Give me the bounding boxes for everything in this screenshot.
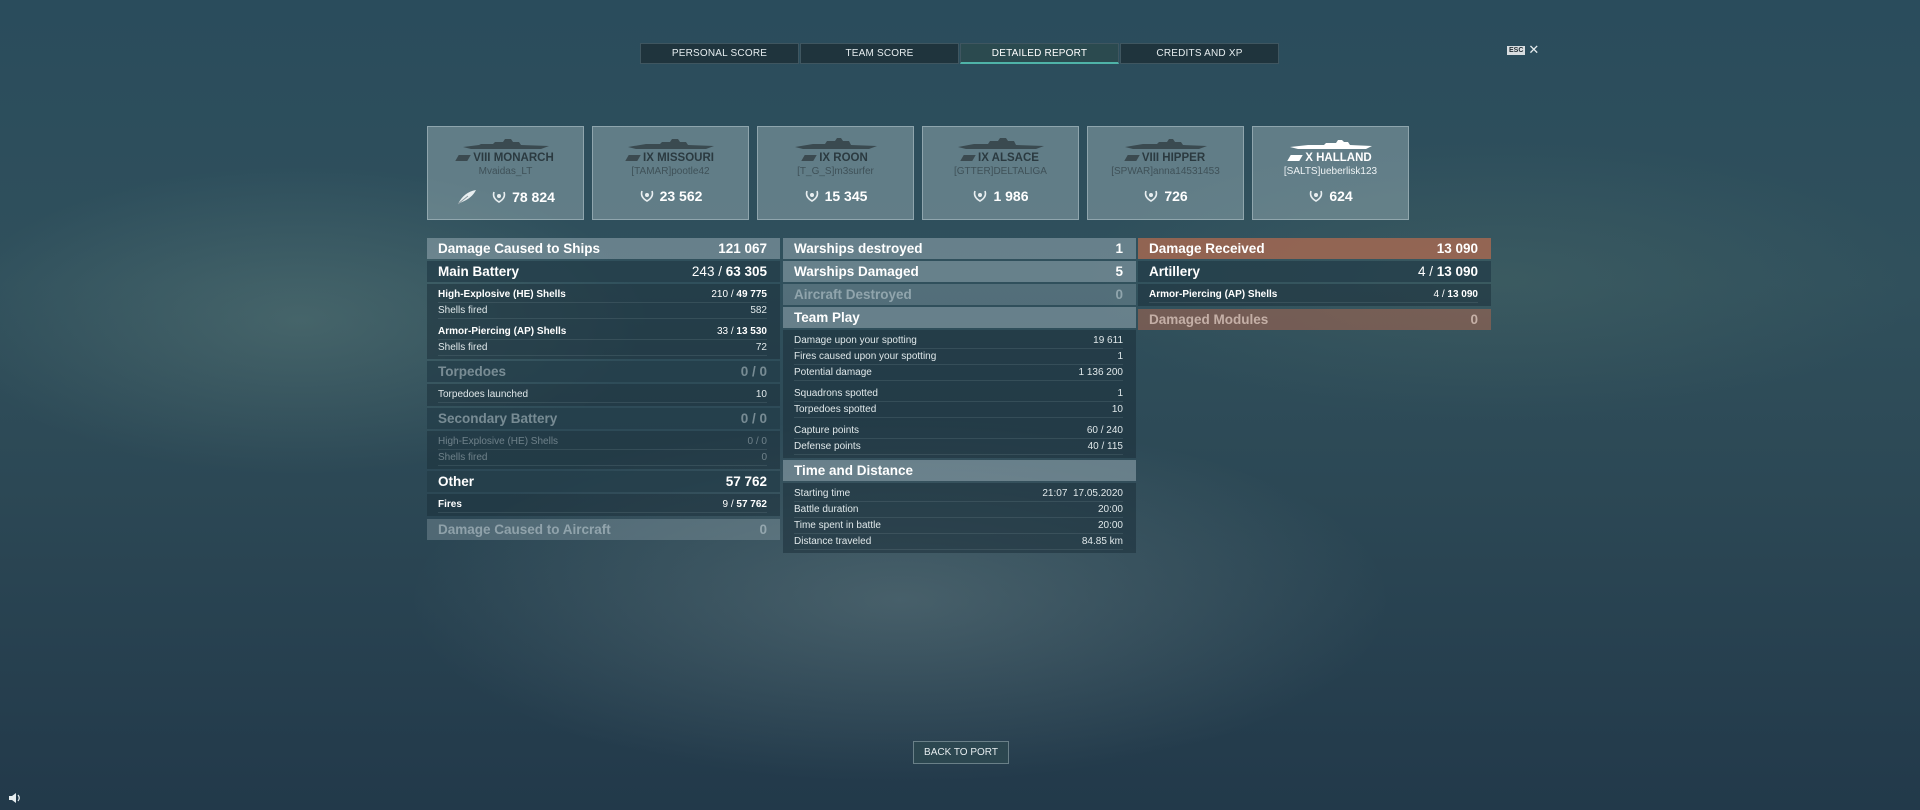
other-details: Fires 9 / 57 762: [427, 494, 780, 516]
stat-row: Torpedoes spotted 10: [794, 402, 1123, 418]
team-play-header: Team Play: [783, 307, 1136, 328]
base-xp-score: 726: [1164, 188, 1188, 204]
warships-damaged-header: Warships Damaged 5: [783, 261, 1136, 282]
battleship-silhouette-icon: [957, 138, 1044, 149]
cruiser-silhouette-icon: [794, 138, 877, 149]
tab-credits-and-xp[interactable]: CREDITS AND XP: [1120, 43, 1279, 64]
laurel-wreath-icon: [805, 190, 818, 202]
artillery-header: Artillery 4 / 13 090: [1138, 261, 1491, 282]
tab-personal-score[interactable]: PERSONAL SCORE: [640, 43, 799, 64]
torpedoes-details: Torpedoes launched 10: [427, 384, 780, 406]
stat-row: Damage upon your spotting 19 611: [794, 333, 1123, 349]
laurel-wreath-icon: [492, 191, 506, 203]
team-play-details: Damage upon your spotting 19 611 Fires ca…: [783, 330, 1136, 458]
base-xp-score: 624: [1329, 188, 1353, 204]
he-shells-row: High-Explosive (HE) Shells 210 / 49 775: [438, 287, 767, 303]
flag-icon: [1124, 155, 1140, 161]
tab-detailed-report[interactable]: DETAILED REPORT: [960, 43, 1119, 64]
damage-to-aircraft-header: Damage Caused to Aircraft 0: [427, 519, 780, 540]
he-shells-fired-row: Shells fired 582: [438, 303, 767, 319]
speaker-icon[interactable]: [8, 792, 22, 804]
flag-icon: [960, 155, 976, 161]
flag-icon: [625, 155, 641, 161]
base-xp-score: 15 345: [824, 188, 868, 204]
ship-cards: VIII MONARCH Mvaidas_LT 78 824 IX MISSOU…: [427, 126, 1409, 220]
close-icon: ✕: [1528, 42, 1540, 57]
laurel-wreath-icon: [974, 190, 987, 202]
torpedoes-header: Torpedoes 0 / 0: [427, 361, 780, 382]
esc-key-icon: ESC: [1507, 45, 1526, 55]
ship-card[interactable]: VIII HIPPER [SPWAR]anna14531453 726: [1087, 126, 1244, 220]
ap-shells-fired-row: Shells fired 72: [438, 340, 767, 356]
secondary-fired-row: Shells fired 0: [438, 450, 767, 466]
flag-icon: [801, 155, 817, 161]
ship-name: X HALLAND: [1305, 152, 1372, 164]
base-xp-score: 23 562: [659, 188, 703, 204]
flag-icon: [1287, 155, 1303, 161]
aircraft-destroyed-header: Aircraft Destroyed 0: [783, 284, 1136, 305]
ship-name: IX MISSOURI: [643, 152, 714, 164]
main-battery-details: High-Explosive (HE) Shells 210 / 49 775 S…: [427, 284, 780, 359]
torpedoes-launched-row: Torpedoes launched 10: [438, 387, 767, 403]
ap-received-row: Armor-Piercing (AP) Shells 4 / 13 090: [1149, 287, 1478, 303]
stat-row: Potential damage 1 136 200: [794, 365, 1123, 381]
destroyer-silhouette-icon: [1289, 140, 1372, 149]
laurel-wreath-icon: [640, 190, 653, 202]
stat-row: Capture points 60 / 240: [794, 423, 1123, 439]
ship-name: IX ALSACE: [978, 152, 1039, 164]
ship-card[interactable]: IX ROON [T_G_S]m3surfer 15 345: [757, 126, 914, 220]
ship-name: VIII HIPPER: [1141, 152, 1206, 164]
player-name: [SALTS]ueberlisk123: [1283, 166, 1378, 177]
ship-card[interactable]: VIII MONARCH Mvaidas_LT 78 824: [427, 126, 584, 220]
back-to-port-button[interactable]: BACK TO PORT: [913, 741, 1009, 764]
damage-received-header: Damage Received 13 090: [1138, 238, 1491, 259]
damage-caused-header: Damage Caused to Ships 121 067: [427, 238, 780, 259]
ship-name: IX ROON: [819, 152, 868, 164]
damaged-modules-header: Damaged Modules 0: [1138, 309, 1491, 330]
main-battery-header: Main Battery 243 / 63 305: [427, 261, 780, 282]
ship-card[interactable]: IX ALSACE [GTTER]DELTALIGA 1 986: [922, 126, 1079, 220]
secondary-battery-header: Secondary Battery 0 / 0: [427, 408, 780, 429]
cruiser-silhouette-icon: [1124, 139, 1207, 149]
secondary-he-row: High-Explosive (HE) Shells 0 / 0: [438, 434, 767, 450]
secondary-battery-details: High-Explosive (HE) Shells 0 / 0 Shells f…: [427, 431, 780, 469]
battleship-silhouette-icon: [462, 139, 549, 149]
team-contribution-column: Warships destroyed 1 Warships Damaged 5 Ai…: [783, 238, 1136, 555]
player-name: [GTTER]DELTALIGA: [954, 166, 1047, 177]
report-tabs: PERSONAL SCORE TEAM SCORE DETAILED REPOR…: [640, 43, 1280, 64]
stat-row: Time spent in battle 20:00: [794, 518, 1123, 534]
damage-received-column: Damage Received 13 090 Artillery 4 / 13 09…: [1138, 238, 1491, 332]
ship-card[interactable]: IX MISSOURI [TAMAR]pootle42 23 562: [592, 126, 749, 220]
close-button[interactable]: ESC ✕: [1507, 42, 1540, 57]
artillery-details: Armor-Piercing (AP) Shells 4 / 13 090: [1138, 284, 1491, 306]
damage-caused-column: Damage Caused to Ships 121 067 Main Batte…: [427, 238, 780, 542]
fires-row: Fires 9 / 57 762: [438, 497, 767, 513]
player-name: Mvaidas_LT: [478, 166, 533, 177]
ap-shells-row: Armor-Piercing (AP) Shells 33 / 13 530: [438, 324, 767, 340]
stat-row: Starting time 21:07 17.05.2020: [794, 486, 1123, 502]
laurel-wreath-icon: [1310, 190, 1323, 202]
other-header: Other 57 762: [427, 471, 780, 492]
feather-icon: [457, 190, 477, 205]
player-name: [SPWAR]anna14531453: [1111, 166, 1220, 177]
warships-destroyed-header: Warships destroyed 1: [783, 238, 1136, 259]
stat-row: Squadrons spotted 1: [794, 386, 1123, 402]
flag-icon: [455, 155, 471, 161]
time-and-distance-details: Starting time 21:07 17.05.2020 Battle dur…: [783, 483, 1136, 553]
ship-name: VIII MONARCH: [473, 152, 554, 164]
player-ship-card[interactable]: X HALLAND [SALTS]ueberlisk123 624: [1252, 126, 1409, 220]
tab-team-score[interactable]: TEAM SCORE: [800, 43, 959, 64]
stat-row: Defense points 40 / 115: [794, 439, 1123, 455]
base-xp-score: 78 824: [512, 189, 555, 205]
stat-row: Battle duration 20:00: [794, 502, 1123, 518]
player-name: [T_G_S]m3surfer: [797, 166, 874, 177]
stat-row: Fires caused upon your spotting 1: [794, 349, 1123, 365]
battleship-silhouette-icon: [627, 139, 714, 149]
laurel-wreath-icon: [1145, 190, 1158, 202]
stat-row: Distance traveled 84.85 km: [794, 534, 1123, 550]
base-xp-score: 1 986: [993, 188, 1029, 204]
player-name: [TAMAR]pootle42: [631, 166, 710, 177]
time-and-distance-header: Time and Distance: [783, 460, 1136, 481]
